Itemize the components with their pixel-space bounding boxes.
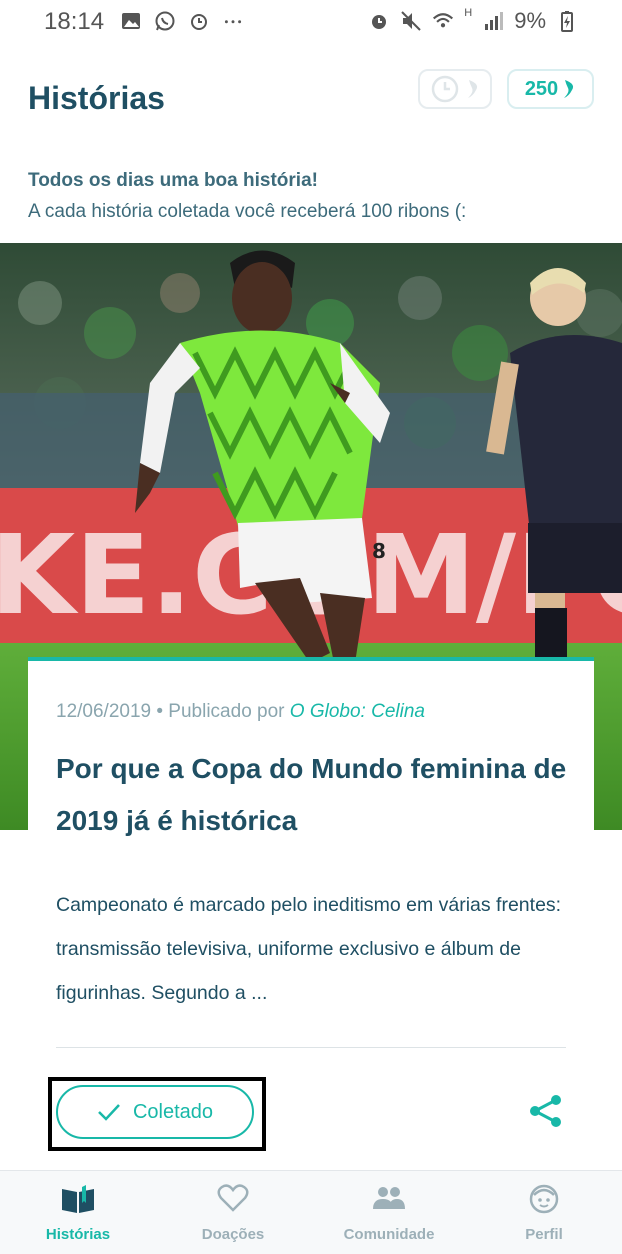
clock-icon — [431, 75, 459, 103]
share-icon[interactable] — [528, 1093, 564, 1129]
nav-item-doacoes[interactable]: Doações — [173, 1171, 293, 1254]
story-title[interactable]: Por que a Copa do Mundo feminina de 2019… — [56, 743, 576, 847]
gallery-icon — [122, 13, 140, 29]
divider — [56, 1047, 566, 1048]
nav-item-perfil[interactable]: Perfil — [484, 1171, 604, 1254]
timer-chip[interactable] — [418, 69, 492, 109]
network-type: H — [464, 7, 473, 19]
whatsapp-icon — [155, 11, 175, 31]
notification-icons — [120, 10, 244, 32]
nav-label-doacoes: Doações — [201, 1226, 265, 1243]
ribbon-icon — [468, 80, 478, 98]
ribbons-count: 250 — [524, 77, 559, 100]
status-bar: 18:14 H 9% — [0, 0, 622, 44]
story-card[interactable]: 12/06/2019 • Publicado por O Globo: Celi… — [28, 657, 594, 1171]
intro-subtitle: A cada história coletada você receberá 1… — [28, 201, 467, 222]
intro-headline: Todos os dias uma boa história! — [28, 170, 318, 191]
system-icons: H 9% — [368, 7, 578, 34]
alarm-icon — [191, 14, 207, 30]
battery-charging-icon — [561, 11, 573, 32]
battery-level: 9% — [514, 8, 546, 33]
wifi-icon — [433, 13, 454, 28]
nav-label-historias: Histórias — [45, 1226, 111, 1243]
nav-item-comunidade[interactable]: Comunidade — [329, 1171, 449, 1254]
book-icon — [62, 1185, 94, 1213]
ribbons-counter[interactable]: 250 — [507, 69, 594, 109]
face-icon — [529, 1184, 559, 1214]
story-author[interactable]: O Globo: Celina — [290, 701, 425, 722]
mute-icon — [401, 11, 421, 31]
nav-label-comunidade: Comunidade — [343, 1226, 435, 1243]
signal-icon — [485, 12, 504, 30]
story-date: 12/06/2019 — [56, 701, 152, 722]
shorts-number: 8 — [372, 539, 386, 563]
nav-label-perfil: Perfil — [525, 1226, 563, 1243]
story-meta: 12/06/2019 • Publicado por O Globo: Celi… — [56, 701, 425, 723]
ribbon-icon — [564, 80, 574, 98]
page-title: Histórias — [28, 80, 165, 116]
check-icon — [98, 1104, 120, 1121]
collected-label: Coletado — [132, 1100, 214, 1123]
alarm-clock-icon — [372, 15, 387, 29]
heart-icon — [217, 1184, 249, 1212]
story-published-by: • Publicado por — [156, 701, 285, 722]
more-icon — [224, 20, 242, 24]
collected-button[interactable]: Coletado — [56, 1085, 254, 1139]
story-excerpt: Campeonato é marcado pelo ineditismo em … — [56, 894, 562, 1004]
bottom-navigation: Histórias Doações Comunidade Perfil — [0, 1170, 622, 1254]
status-time: 18:14 — [44, 8, 105, 35]
people-icon — [373, 1187, 405, 1209]
nav-item-historias[interactable]: Histórias — [18, 1171, 138, 1254]
